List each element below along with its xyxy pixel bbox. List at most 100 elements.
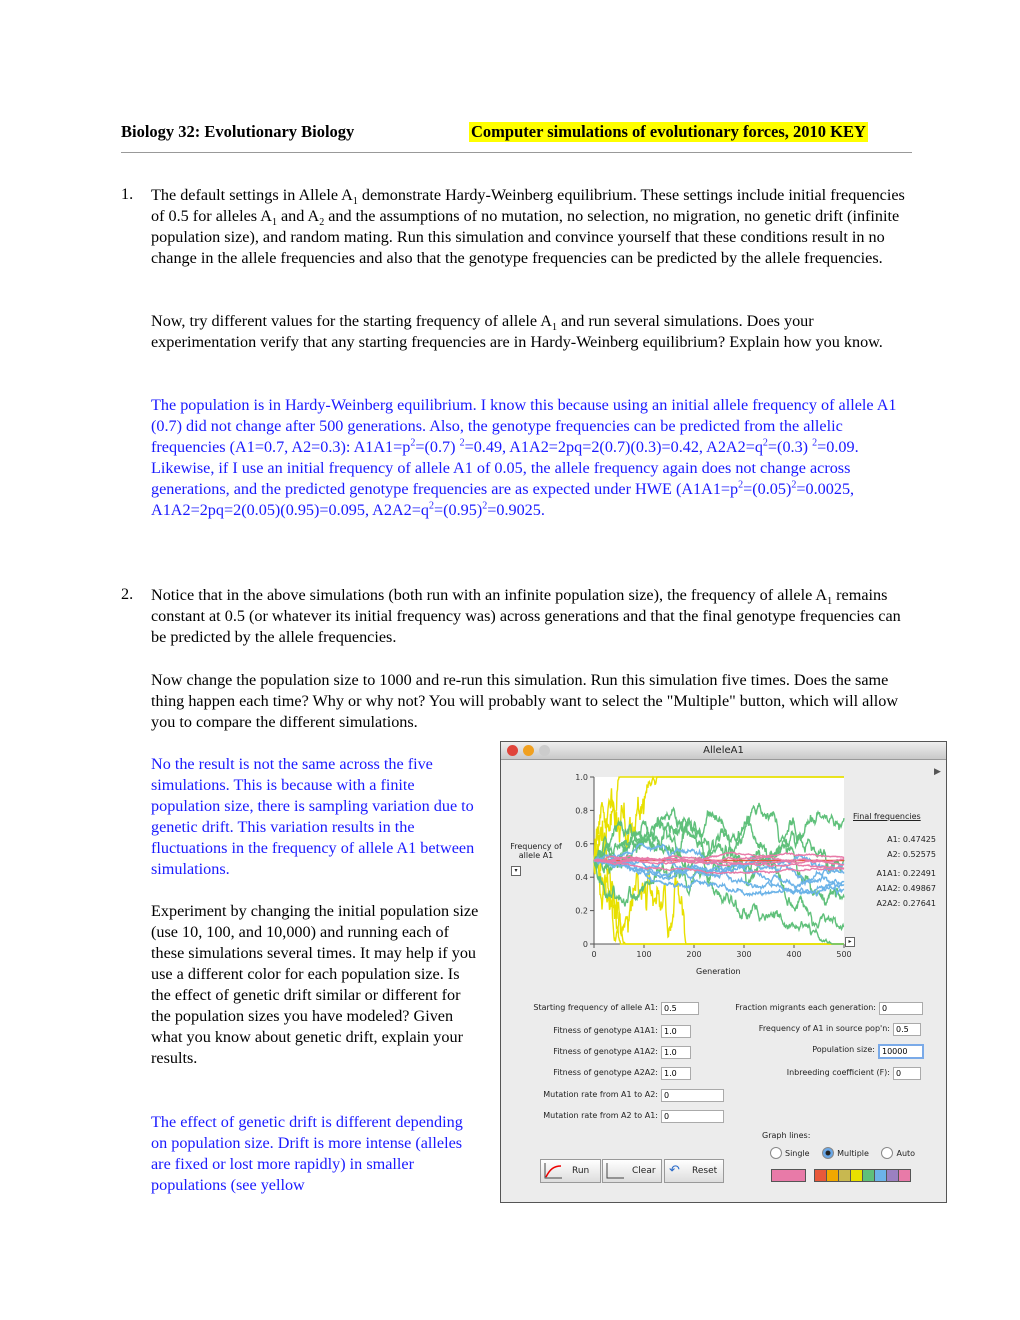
start-input[interactable]: [661, 1002, 699, 1015]
text-run: =(0.95): [433, 501, 483, 519]
reset-button[interactable]: ↶ Reset: [664, 1159, 724, 1183]
x-tick-label: 300: [736, 950, 751, 959]
color-swatch[interactable]: [875, 1170, 887, 1181]
text-run: The default settings in Allele A: [151, 186, 353, 204]
mu12-input[interactable]: [661, 1089, 724, 1102]
start-label: Starting frequency of allele A1:: [533, 1003, 658, 1012]
final-frequency-row: A2A2: 0.27641: [861, 896, 936, 911]
course-title: Biology 32: Evolutionary Biology: [121, 122, 355, 141]
radio-multiple-label: Multiple: [837, 1148, 869, 1158]
y-tick-label: 0.4: [575, 873, 588, 882]
clear-label: Clear: [632, 1166, 656, 1176]
y-tick-label: 0: [583, 940, 588, 949]
mu21-input[interactable]: [661, 1110, 724, 1123]
q1-answer: The population is in Hardy-Weinberg equi…: [151, 395, 913, 521]
assignment-title: Computer simulations of evolutionary for…: [469, 122, 868, 142]
final-frequency-row: A1A2: 0.49867: [861, 881, 936, 896]
text-run: =0.9025.: [487, 501, 545, 519]
mig-input[interactable]: [879, 1002, 923, 1015]
y-tick-label: 0.6: [575, 840, 588, 849]
frequency-value: 0.27641: [902, 899, 936, 908]
radio-auto[interactable]: Auto: [881, 1147, 916, 1159]
final-frequency-row: A2: 0.52575: [861, 847, 936, 862]
text-run: =(0.05): [743, 480, 792, 498]
src-input[interactable]: [893, 1023, 921, 1036]
color-palette: [814, 1169, 911, 1182]
question-2-number: 2.: [121, 585, 134, 603]
text-run: Now change the population size to 1000 a…: [151, 671, 899, 731]
inb-input[interactable]: [893, 1067, 921, 1080]
x-tick-label: 400: [786, 950, 801, 959]
y-axis-dropdown-icon[interactable]: ▾: [511, 866, 521, 876]
close-button[interactable]: [507, 745, 518, 756]
frequency-value: 0.49867: [902, 884, 936, 893]
x-tick-label: 200: [686, 950, 701, 959]
x-axis-label: Generation: [696, 967, 741, 976]
q1-paragraph-1: The default settings in Allele A1 demons…: [151, 185, 913, 269]
text-run: Notice that in the above simulations (bo…: [151, 586, 828, 604]
color-swatch[interactable]: [839, 1170, 851, 1181]
q1-paragraph-2: Now, try different values for the starti…: [151, 311, 913, 353]
undo-arrow-icon: ↶: [669, 1163, 680, 1178]
genotype-label: A2:: [887, 850, 901, 859]
y-tick-label: 0.2: [575, 907, 588, 916]
text-run: The effect of genetic drift is different…: [151, 1113, 463, 1194]
genotype-label: A2A2:: [876, 899, 901, 908]
mu12-label: Mutation rate from A1 to A2:: [543, 1090, 658, 1099]
mu21-label: Mutation rate from A2 to A1:: [543, 1111, 658, 1120]
document-page: Biology 32: Evolutionary Biology Compute…: [0, 0, 1020, 1320]
pop-input[interactable]: [878, 1044, 924, 1059]
reset-label: Reset: [692, 1166, 718, 1176]
final-frequency-row: A1: 0.47425: [861, 832, 936, 847]
y-tick-label: 1.0: [575, 773, 588, 782]
header-rule: [121, 152, 912, 153]
fA1A1-input[interactable]: [661, 1025, 691, 1038]
frequency-value: 0.22491: [902, 869, 936, 878]
frequency-value: 0.47425: [902, 835, 936, 844]
title-bar: AlleleA1: [501, 742, 946, 760]
color-swatch[interactable]: [851, 1170, 863, 1181]
genotype-label: A1A1:: [876, 869, 901, 878]
clear-button[interactable]: Clear: [602, 1159, 662, 1183]
text-run: =0.49, A1A2=2pq=2(0.7)(0.3)=0.42, A2A2=q: [464, 438, 763, 456]
color-swatch[interactable]: [899, 1170, 911, 1181]
run-button[interactable]: Run: [540, 1159, 601, 1183]
color-swatch[interactable]: [887, 1170, 899, 1181]
fA1A2-label: Fitness of genotype A1A2:: [553, 1047, 658, 1056]
genotype-label: A1A2:: [876, 884, 901, 893]
color-swatch[interactable]: [863, 1170, 875, 1181]
color-swatch[interactable]: [815, 1170, 827, 1181]
clear-graph-icon: [606, 1163, 624, 1179]
final-frequencies-title: Final frequencies: [853, 812, 921, 821]
radio-multiple[interactable]: Multiple: [822, 1147, 869, 1159]
text-run: and A: [276, 207, 320, 225]
radio-auto-label: Auto: [896, 1148, 916, 1158]
mig-label: Fraction migrants each generation:: [735, 1003, 876, 1012]
graph-lines-label: Graph lines:: [762, 1131, 811, 1140]
x-tick-label: 0: [591, 950, 596, 959]
y-tick-label: 0.8: [575, 806, 588, 815]
final-frequencies-list: A1: 0.47425 A2: 0.52575 A1A1: 0.22491 A1A2:…: [861, 832, 936, 911]
allele-a1-window: AlleleA1 ▶ 0 0.2 0.4 0.6 0.8 1.0 0 100 200 300 400…: [500, 741, 947, 1203]
fA2A2-label: Fitness of genotype A2A2:: [553, 1068, 658, 1077]
pop-label: Population size:: [812, 1045, 875, 1054]
run-curve-icon: [544, 1163, 562, 1179]
final-frequency-row: A1A1: 0.22491: [861, 866, 936, 881]
x-tick-label: 500: [836, 950, 851, 959]
fA2A2-input[interactable]: [661, 1067, 691, 1080]
q2-paragraph-2: Now change the population size to 1000 a…: [151, 670, 913, 733]
q2-paragraph-1: Notice that in the above simulations (bo…: [151, 585, 913, 648]
color-swatch[interactable]: [827, 1170, 839, 1181]
q2-answer-2: The effect of genetic drift is different…: [151, 1112, 481, 1196]
fA1A1-label: Fitness of genotype A1A1:: [553, 1026, 658, 1035]
current-color-swatch[interactable]: [771, 1169, 806, 1182]
text-run: =(0.7): [415, 438, 460, 456]
window-title: AlleleA1: [703, 745, 744, 756]
text-run: No the result is not the same across the…: [151, 755, 475, 878]
minimize-button[interactable]: [523, 745, 534, 756]
fA1A2-input[interactable]: [661, 1046, 691, 1059]
x-tick-label: 100: [636, 950, 651, 959]
radio-single[interactable]: Single: [770, 1147, 810, 1159]
zoom-button[interactable]: [539, 745, 550, 756]
x-axis-arrow-icon[interactable]: ▸: [845, 937, 855, 947]
